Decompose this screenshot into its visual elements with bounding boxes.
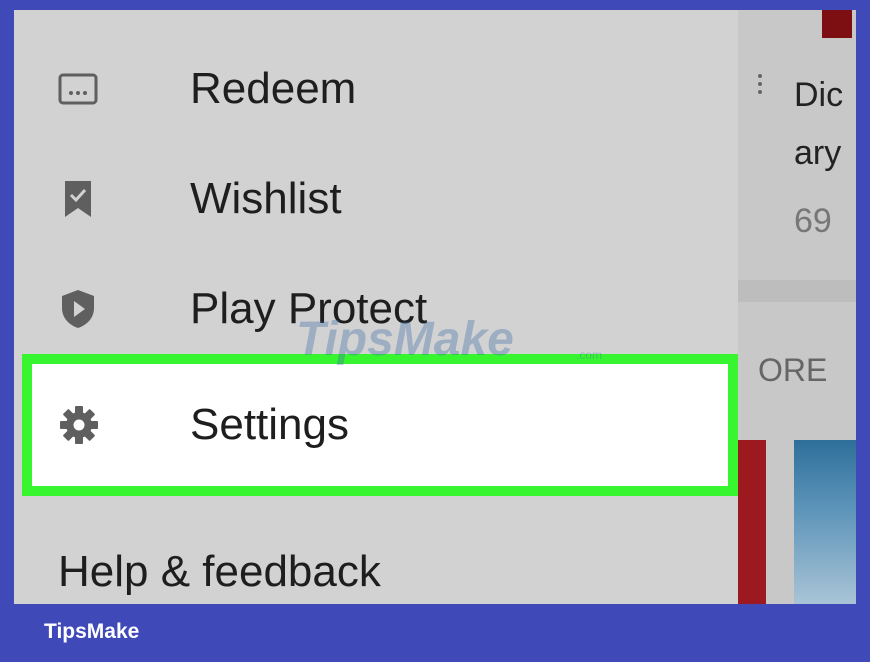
menu-item-label: Redeem: [190, 64, 357, 113]
background-content: Dic ary 69 ORE: [738, 10, 856, 604]
app-thumbnail: [822, 10, 852, 38]
phone-screen: Dic ary 69 ORE Redeem Wishlist Play Prot…: [14, 10, 856, 604]
app-title-line-2: ary: [794, 134, 842, 172]
app-thumbnail[interactable]: [794, 440, 856, 604]
navigation-drawer: Redeem Wishlist Play Protect Settings He…: [14, 10, 738, 604]
menu-item-label: Settings: [190, 400, 349, 449]
app-title-line-1: Dic: [794, 76, 844, 114]
image-frame: Dic ary 69 ORE Redeem Wishlist Play Prot…: [0, 0, 870, 662]
more-options-icon[interactable]: [758, 74, 762, 94]
menu-item-help-feedback[interactable]: Help & feedback: [14, 530, 738, 604]
menu-item-play-protect[interactable]: Play Protect: [14, 254, 738, 364]
menu-item-label: Play Protect: [190, 284, 428, 333]
menu-item-settings[interactable]: Settings: [22, 354, 738, 496]
gear-icon: [58, 404, 100, 446]
menu-item-wishlist[interactable]: Wishlist: [14, 144, 738, 254]
menu-item-redeem[interactable]: Redeem: [14, 34, 738, 144]
play-protect-icon: [58, 289, 98, 329]
app-rating: 69: [794, 202, 832, 240]
redeem-icon: [58, 69, 98, 109]
menu-item-label: Wishlist: [190, 174, 342, 223]
menu-item-label: Help & feedback: [58, 547, 381, 596]
footer-brand: TipsMake: [44, 620, 140, 643]
app-thumbnail[interactable]: [738, 440, 766, 604]
more-link[interactable]: ORE: [758, 354, 827, 386]
wishlist-icon: [58, 179, 98, 219]
